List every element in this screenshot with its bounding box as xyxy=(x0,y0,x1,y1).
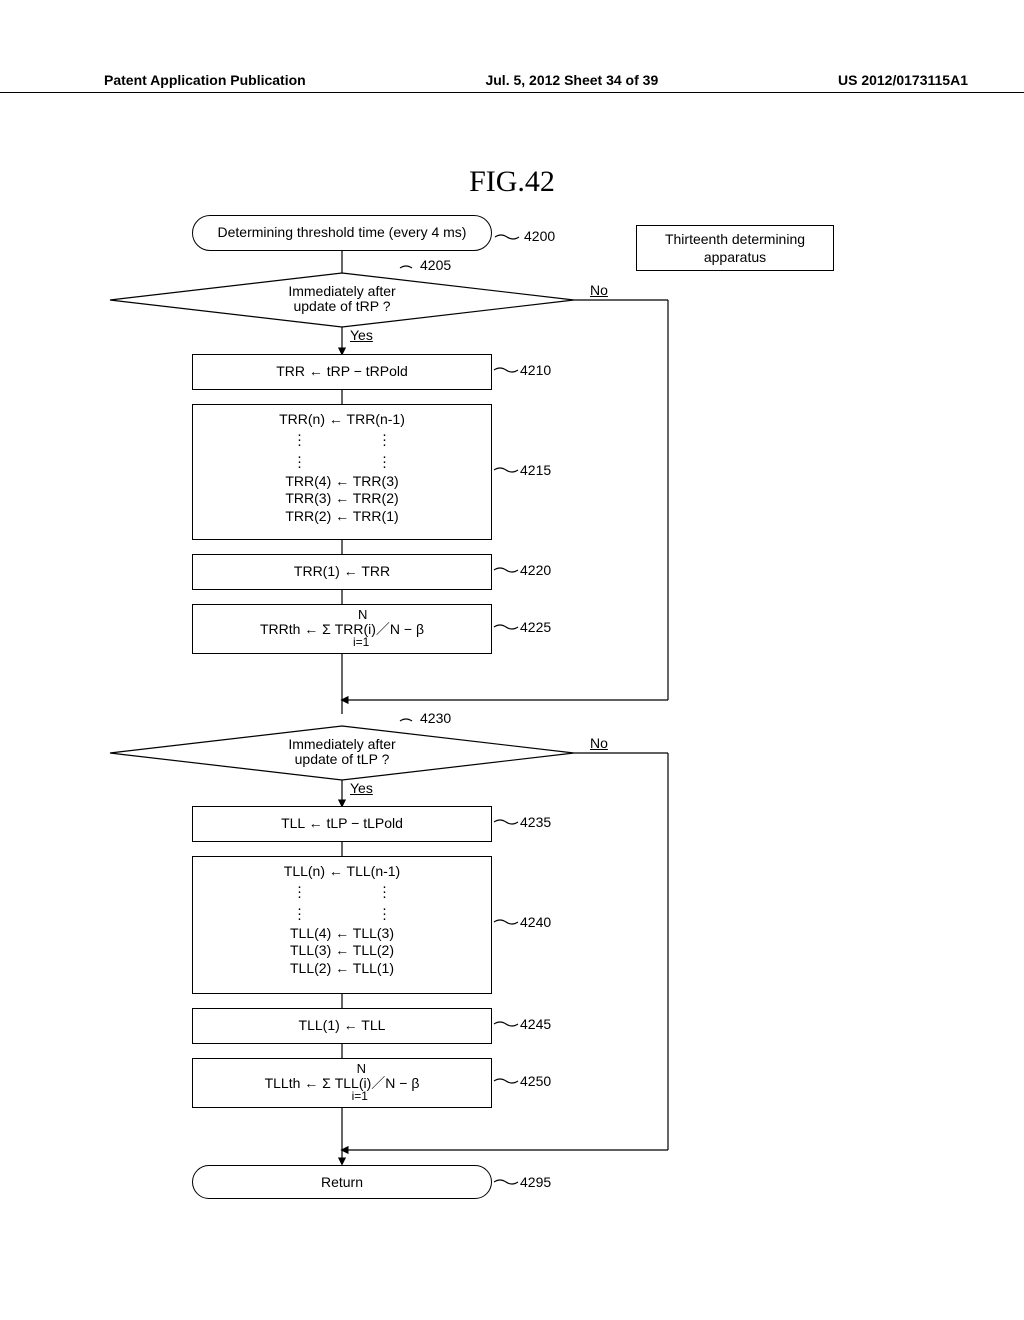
process-4250-formula: TLLth ← Σ TLL(i)／N − β N i=1 xyxy=(265,1075,420,1091)
return-terminator: Return xyxy=(192,1165,492,1199)
dec2-yes-label: Yes xyxy=(350,780,373,796)
vdots-icon xyxy=(382,432,387,448)
process-4225-body: TRRth ← Σ TRR(i)／N − β xyxy=(260,621,424,637)
vdots-icon xyxy=(297,906,302,922)
process-4240-line4: TLL(2) ← TLL(1) xyxy=(290,960,394,978)
process-4215-line3: TRR(3) ← TRR(2) xyxy=(285,490,398,508)
dec1-no-label: No xyxy=(590,282,608,298)
process-4250: TLLth ← Σ TLL(i)／N − β N i=1 xyxy=(192,1058,492,1108)
process-4215-line4: TRR(2) ← TRR(1) xyxy=(285,508,398,526)
ref-4250: 4250 xyxy=(520,1073,551,1089)
sigma-N-icon: N xyxy=(358,607,367,623)
dec2-no-label: No xyxy=(590,735,608,751)
ref-4210: 4210 xyxy=(520,362,551,378)
ref-4205: 4205 xyxy=(420,257,451,273)
ref-4245: 4245 xyxy=(520,1016,551,1032)
process-4245-text: TLL(1) ← TLL xyxy=(299,1017,386,1035)
ref-4240: 4240 xyxy=(520,914,551,930)
vdots-icon xyxy=(297,454,302,470)
process-4210: TRR ← tRP − tRPold xyxy=(192,354,492,390)
ref-4230: 4230 xyxy=(420,710,451,726)
process-4225: TRRth ← Σ TRR(i)／N − β N i=1 xyxy=(192,604,492,654)
process-4215-line2: TRR(4) ← TRR(3) xyxy=(285,473,398,491)
process-4240-vdots-row2 xyxy=(297,903,387,925)
ref-4235: 4235 xyxy=(520,814,551,830)
vdots-icon xyxy=(297,432,302,448)
vdots-icon xyxy=(297,884,302,900)
process-4235: TLL ← tLP − tLPold xyxy=(192,806,492,842)
ref-4225: 4225 xyxy=(520,619,551,635)
dec1-yes-label: Yes xyxy=(350,327,373,343)
process-4240-line2: TLL(4) ← TLL(3) xyxy=(290,925,394,943)
process-4215-vdots-row2 xyxy=(297,451,387,473)
process-4225-formula: TRRth ← Σ TRR(i)／N − β N i=1 xyxy=(260,621,424,637)
ref-4220: 4220 xyxy=(520,562,551,578)
vdots-icon xyxy=(382,884,387,900)
process-4220-text: TRR(1) ← TRR xyxy=(294,563,390,581)
ref-4295: 4295 xyxy=(520,1174,551,1190)
process-4215: TRR(n) ← TRR(n-1) TRR(4) ← TRR(3) TRR(3)… xyxy=(192,404,492,540)
process-4240-vdots-row xyxy=(297,881,387,903)
return-text: Return xyxy=(321,1174,363,1190)
process-4235-text: TLL ← tLP − tLPold xyxy=(281,815,403,833)
start-terminator: Determining threshold time (every 4 ms) xyxy=(192,215,492,251)
process-4245: TLL(1) ← TLL xyxy=(192,1008,492,1044)
process-4240: TLL(n) ← TLL(n-1) TLL(4) ← TLL(3) TLL(3)… xyxy=(192,856,492,994)
flow-connectors xyxy=(0,0,1024,1320)
process-4215-vdots-row xyxy=(297,429,387,451)
process-4250-body: TLLth ← Σ TLL(i)／N − β xyxy=(265,1075,420,1091)
sigma-i-icon: i=1 xyxy=(352,1089,368,1104)
process-4210-text: TRR ← tRP − tRPold xyxy=(276,363,408,381)
ref-4215: 4215 xyxy=(520,462,551,478)
start-text: Determining threshold time (every 4 ms) xyxy=(218,224,467,240)
sigma-i-icon: i=1 xyxy=(353,635,369,650)
vdots-icon xyxy=(382,454,387,470)
sigma-N-icon: N xyxy=(357,1061,366,1077)
process-4240-line3: TLL(3) ← TLL(2) xyxy=(290,942,394,960)
ref-4200: 4200 xyxy=(524,228,555,244)
vdots-icon xyxy=(382,906,387,922)
process-4220: TRR(1) ← TRR xyxy=(192,554,492,590)
